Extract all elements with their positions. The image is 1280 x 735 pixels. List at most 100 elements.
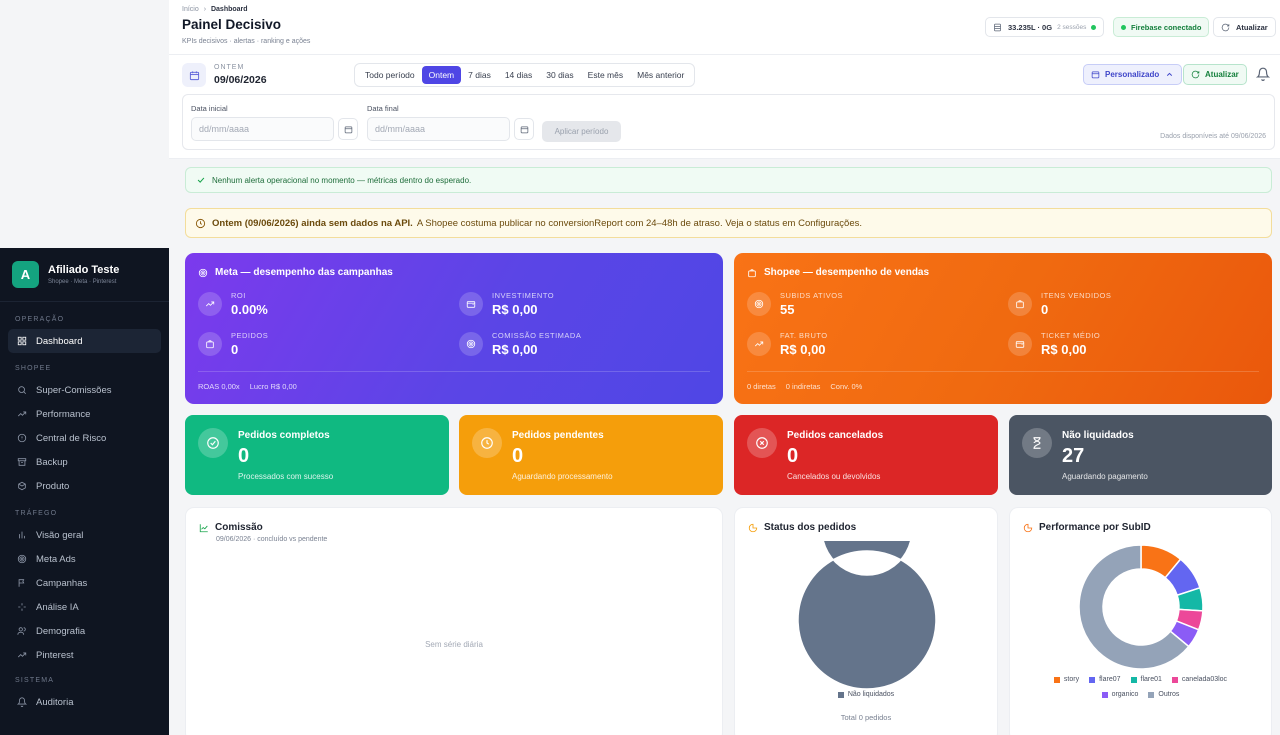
hourglass-icon [1030, 436, 1044, 450]
firebase-status: Firebase conectado [1113, 17, 1210, 37]
kpi-label: ITENS VENDIDOS [1041, 291, 1112, 300]
sidebar-item-label: Backup [36, 456, 68, 468]
legend-label: flare07 [1099, 676, 1121, 683]
current-date-badge [182, 63, 206, 87]
alert-success-text: Nenhum alerta operacional no momento — m… [212, 175, 472, 185]
status-card-pedidos-completos[interactable]: Pedidos completos 0 Processados com sucess… [185, 415, 449, 495]
calendar-icon [344, 125, 353, 134]
period-option-mes-anterior[interactable]: Mês anterior [630, 66, 691, 84]
sidebar-item-campanhas[interactable]: Campanhas [8, 571, 161, 595]
legend-item-flare01[interactable]: flare01 [1130, 676, 1162, 683]
clock-icon [195, 218, 206, 229]
kpi-label: PEDIDOS [231, 331, 269, 340]
data-availability: Dados disponíveis até 09/06/2026 [1160, 133, 1266, 140]
legend-item-flare07[interactable]: flare07 [1089, 676, 1121, 683]
kpi-icon-badge [1008, 292, 1032, 316]
kpi-subids-ativos: SUBIDS ATIVOS 55 [747, 291, 843, 317]
legend-item-nao-liquidados[interactable]: Não liquidados [837, 691, 895, 698]
status-card-icon-badge [747, 428, 777, 458]
legend-swatch [1089, 676, 1096, 683]
period-option-todo-periodo[interactable]: Todo período [358, 66, 422, 84]
start-date-calendar-button[interactable] [338, 118, 358, 140]
end-date-calendar-button[interactable] [514, 118, 534, 140]
period-option-30-dias[interactable]: 30 dias [539, 66, 580, 84]
donut-slice-nao-liquidados[interactable] [797, 541, 937, 690]
status-card-pedidos-pendentes[interactable]: Pedidos pendentes 0 Aguardando processamen… [459, 415, 723, 495]
legend-item-canelada03loc[interactable]: canelada03loc [1171, 676, 1227, 683]
custom-period-button[interactable]: Personalizado [1083, 64, 1183, 85]
legend-swatch [837, 691, 844, 698]
sidebar-item-performance[interactable]: Performance [8, 402, 161, 426]
start-date-input[interactable]: dd/mm/aaaa [191, 117, 334, 141]
date-range-panel: Data inicial dd/mm/aaaa Data final dd/mm… [182, 94, 1275, 150]
shopee-card-title-text: Shopee — desempenho de vendas [764, 267, 930, 278]
footer-stat: Conv. 0% [830, 382, 863, 391]
pie-chart-icon [1023, 523, 1033, 533]
trend-up-icon [17, 650, 27, 660]
sidebar-item-super-comissoes[interactable]: Super-Comissões [8, 378, 161, 402]
kpi-label: COMISSÃO ESTIMADA [492, 331, 582, 340]
sidebar-item-label: Pinterest [36, 649, 74, 661]
kpi-label: ROI [231, 291, 246, 300]
users-icon [17, 626, 27, 636]
search-icon [17, 385, 27, 395]
period-option-ontem[interactable]: Ontem [421, 66, 462, 84]
kpi-pedidos: PEDIDOS 0 [198, 331, 268, 357]
filter-refresh-button[interactable]: Atualizar [1183, 64, 1247, 85]
sidebar-item-demografia[interactable]: Demografia [8, 619, 161, 643]
footer-stat: ROAS 0,00x [198, 382, 240, 391]
sidebar-item-pinterest[interactable]: Pinterest [8, 643, 161, 667]
sidebar-item-label: Produto [36, 480, 70, 492]
legend-label: organico [1111, 691, 1139, 698]
storage-status[interactable]: 33.235L · 0G 2 sessões [985, 17, 1105, 37]
legend-swatch [1130, 676, 1137, 683]
footer-stat: Lucro R$ 0,00 [249, 382, 297, 391]
firebase-dot [1121, 24, 1126, 30]
kpi-icon-badge [459, 292, 483, 316]
sidebar-item-meta-ads[interactable]: Meta Ads [8, 547, 161, 571]
breadcrumb-home[interactable]: Início [182, 6, 199, 13]
legend-item-outros[interactable]: Outros [1148, 691, 1179, 698]
brand[interactable]: A Afiliado Teste Shopee · Meta · Pintere… [0, 248, 169, 302]
period-option-14-dias[interactable]: 14 dias [498, 66, 539, 84]
bell-icon[interactable] [1256, 66, 1270, 82]
sidebar-item-dashboard[interactable]: Dashboard [8, 329, 161, 353]
kpi-value: 0 [231, 342, 239, 357]
subid-performance-title-text: Performance por SubID [1039, 522, 1151, 533]
status-card-nao-liquidados[interactable]: Não liquidados 27 Aguardando pagamento [1009, 415, 1272, 495]
kpi-roi: ROI 0.00% [198, 291, 268, 317]
apply-period-button[interactable]: Aplicar período [542, 121, 621, 142]
end-date-input[interactable]: dd/mm/aaaa [367, 117, 510, 141]
status-card-value: 0 [512, 445, 524, 467]
kpi-value: 55 [780, 302, 795, 317]
firebase-label: Firebase conectado [1131, 22, 1202, 32]
sidebar-item-visao-geral[interactable]: Visão geral [8, 523, 161, 547]
custom-period-label: Personalizado [1105, 70, 1160, 79]
sidebar-item-produto[interactable]: Produto [8, 474, 161, 498]
alert-warning-title: Ontem (09/06/2026) ainda sem dados na AP… [212, 217, 413, 229]
header-refresh-button[interactable]: Atualizar [1213, 17, 1276, 37]
sidebar-item-backup[interactable]: Backup [8, 450, 161, 474]
bag-icon [205, 339, 215, 349]
period-option-este-mes[interactable]: Este mês [581, 66, 630, 84]
legend-label: Não liquidados [847, 691, 895, 698]
trend-up-icon [17, 409, 27, 419]
period-option-7-dias[interactable]: 7 dias [461, 66, 498, 84]
commission-subtitle: 09/06/2026 · concluído vs pendente [216, 536, 328, 543]
kpi-icon-badge [1008, 332, 1032, 356]
legend-item-story[interactable]: story [1053, 676, 1079, 683]
sidebar-item-central-de-risco[interactable]: Central de Risco [8, 426, 161, 450]
orders-total: Total 0 pedidos [840, 713, 892, 722]
meta-card-title: Meta — desempenho das campanhas [198, 267, 393, 278]
status-card-pedidos-cancelados[interactable]: Pedidos cancelados 0 Cancelados ou devolvi… [734, 415, 998, 495]
meta-card-title-text: Meta — desempenho das campanhas [215, 267, 393, 278]
status-card-subtitle: Processados com sucesso [238, 472, 334, 481]
pie-chart-icon [748, 523, 758, 533]
kpi-value: 0 [1041, 302, 1049, 317]
sidebar-item-analise-ia[interactable]: Análise IA [8, 595, 161, 619]
kpi-icon-badge [459, 332, 483, 356]
kpi-comissao-estimada: COMISSÃO ESTIMADA R$ 0,00 [459, 331, 581, 357]
legend-item-organico[interactable]: organico [1101, 691, 1139, 698]
status-card-title: Não liquidados [1062, 430, 1134, 441]
sidebar-item-auditoria[interactable]: Auditoria [8, 690, 161, 714]
